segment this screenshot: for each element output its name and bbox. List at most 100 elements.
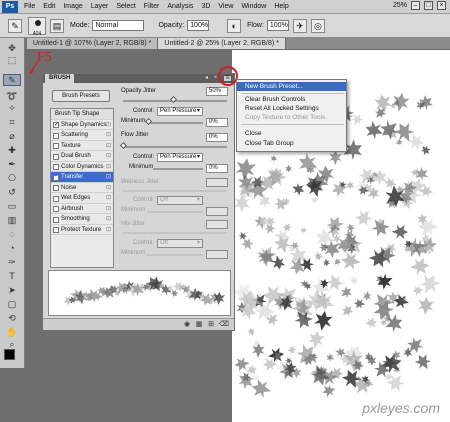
mix-jitter-slider[interactable] xyxy=(123,232,227,234)
eyedropper-tool-icon[interactable]: ⌀ xyxy=(3,130,21,142)
menu-item-clear-brush-controls[interactable]: Clear Brush Controls xyxy=(237,95,346,104)
grid-view-icon[interactable]: ▦ xyxy=(195,321,203,328)
minimum-slider[interactable] xyxy=(153,168,203,170)
crop-tool-icon[interactable]: ⌗ xyxy=(3,116,21,128)
brush-tool-icon[interactable]: ✎ xyxy=(8,18,22,33)
menu-item-new-brush-preset[interactable]: New Brush Preset... xyxy=(237,82,346,91)
menu-filter[interactable]: Filter xyxy=(144,3,160,10)
option-protect-texture[interactable]: Protect Texture ⊡ xyxy=(51,225,113,235)
minimum-input[interactable] xyxy=(206,207,228,216)
menu-file[interactable]: File xyxy=(24,3,35,10)
minimum-input[interactable] xyxy=(206,250,228,259)
lock-icon[interactable]: ⊡ xyxy=(106,172,111,183)
gradient-tool-icon[interactable]: ▥ xyxy=(3,214,21,226)
brush-size-picker[interactable]: 404 xyxy=(28,16,46,37)
lock-icon[interactable]: ⊡ xyxy=(106,151,111,162)
close-icon[interactable]: × xyxy=(437,1,446,10)
lock-icon[interactable]: ⊡ xyxy=(106,141,111,152)
marquee-tool-icon[interactable]: ⬚ xyxy=(3,54,21,66)
3d-rotate-tool-icon[interactable]: ⟲ xyxy=(3,312,21,324)
menu-analysis[interactable]: Analysis xyxy=(167,3,193,10)
menu-select[interactable]: Select xyxy=(116,3,135,10)
option-color-dynamics[interactable]: Color Dynamics ⊡ xyxy=(51,162,113,173)
minimum-slider[interactable] xyxy=(147,122,203,124)
option-dual-brush[interactable]: Dual Brush ⊡ xyxy=(51,151,113,162)
lock-icon[interactable]: ⊡ xyxy=(106,130,111,141)
opacity-jitter-input[interactable]: 50% xyxy=(206,87,228,96)
foreground-color-swatch[interactable] xyxy=(4,349,15,360)
opacity-input[interactable]: 100% xyxy=(187,20,210,31)
option-scattering[interactable]: Scattering ⊡ xyxy=(51,130,113,141)
lock-icon[interactable]: ⊡ xyxy=(106,162,111,173)
checkbox[interactable] xyxy=(53,143,59,149)
flow-input[interactable]: 100% xyxy=(266,20,289,31)
tab-untitled-2[interactable]: Untitled-2 @ 25% (Layer 2, RGB/8) * xyxy=(158,38,286,49)
wetness-jitter-slider[interactable] xyxy=(123,190,227,192)
checkbox[interactable] xyxy=(53,132,59,139)
brush-panel-tab[interactable]: BRUSH xyxy=(45,74,75,83)
quick-select-tool-icon[interactable]: ✧ xyxy=(3,102,21,114)
minimum-input[interactable]: 0% xyxy=(206,164,228,173)
minimize-icon[interactable]: – xyxy=(411,1,420,10)
option-transfer[interactable]: ✓ Transfer ⊡ xyxy=(51,172,113,183)
mode-select[interactable]: Normal xyxy=(92,20,145,31)
mix-jitter-input[interactable] xyxy=(206,220,228,229)
control-select[interactable]: Pen Pressure xyxy=(157,107,203,116)
collapse-panel-icon[interactable]: ◂ xyxy=(203,75,210,82)
wetness-jitter-input[interactable] xyxy=(206,178,228,187)
move-tool-icon[interactable]: ✥ xyxy=(3,42,21,54)
flow-jitter-slider[interactable] xyxy=(123,146,227,148)
option-smoothing[interactable]: Smoothing ⊡ xyxy=(51,214,113,225)
checkbox[interactable] xyxy=(53,153,59,160)
option-brush-tip-shape[interactable]: Brush Tip Shape xyxy=(51,109,113,120)
checkbox-checked[interactable]: ✓ xyxy=(53,122,59,128)
path-select-tool-icon[interactable]: ➤ xyxy=(3,284,21,296)
minimum-input[interactable]: 0% xyxy=(206,118,228,127)
brush-tool-active-icon[interactable]: ✎ xyxy=(3,74,21,86)
checkbox[interactable] xyxy=(53,216,59,223)
menu-view[interactable]: View xyxy=(218,3,233,10)
dodge-tool-icon[interactable]: ◔ xyxy=(3,242,21,254)
checkbox[interactable] xyxy=(53,206,59,212)
menu-item-reset-locked-settings[interactable]: Reset All Locked Settings xyxy=(237,104,346,113)
paint-brush-tool-icon[interactable]: ✒ xyxy=(3,158,21,170)
lock-icon[interactable]: ⊡ xyxy=(106,120,111,131)
option-texture[interactable]: Texture ⊡ xyxy=(51,141,113,152)
new-preset-icon[interactable]: ⊞ xyxy=(207,321,215,328)
option-wet-edges[interactable]: Wet Edges ⊡ xyxy=(51,193,113,204)
minimum-slider[interactable] xyxy=(147,211,203,213)
menu-help[interactable]: Help xyxy=(274,3,288,10)
control-select[interactable]: Pen Pressure xyxy=(157,153,203,162)
brush-presets-button[interactable]: Brush Presets xyxy=(52,90,110,102)
control-select[interactable]: Off xyxy=(157,239,203,248)
option-airbrush[interactable]: Airbrush ⊡ xyxy=(51,204,113,215)
toggle-live-tip-icon[interactable]: ◉ xyxy=(183,321,191,328)
control-select[interactable]: Off xyxy=(157,196,203,205)
lock-icon[interactable]: ⊡ xyxy=(106,214,111,225)
checkbox[interactable] xyxy=(53,185,59,191)
blur-tool-icon[interactable]: ◌ xyxy=(3,228,21,240)
menu-edit[interactable]: Edit xyxy=(43,3,55,10)
hand-tool-icon[interactable]: ✋ xyxy=(3,326,21,338)
lock-icon[interactable]: ⊡ xyxy=(106,204,111,215)
menu-3d[interactable]: 3D xyxy=(201,3,210,10)
lock-icon[interactable]: ⊡ xyxy=(106,183,111,194)
checkbox[interactable] xyxy=(53,164,59,170)
history-brush-tool-icon[interactable]: ↺ xyxy=(3,186,21,198)
stamp-tool-icon[interactable]: ⎔ xyxy=(3,172,21,184)
menu-window[interactable]: Window xyxy=(241,3,266,10)
airbrush-icon[interactable]: ✈ xyxy=(292,18,307,33)
checkbox-checked[interactable]: ✓ xyxy=(53,174,59,181)
option-noise[interactable]: Noise ⊡ xyxy=(51,183,113,194)
delete-icon[interactable]: ⌫ xyxy=(219,321,229,328)
menu-item-close[interactable]: Close xyxy=(237,129,346,138)
tab-untitled-1[interactable]: Untitled-1 @ 107% (Layer 2, RGB/8) * xyxy=(27,38,159,49)
flow-jitter-input[interactable]: 0% xyxy=(206,133,228,142)
option-shape-dynamics[interactable]: ✓ Shape Dynamics ⊡ xyxy=(51,120,113,131)
lock-icon[interactable]: ⊡ xyxy=(106,193,111,204)
menu-layer[interactable]: Layer xyxy=(91,3,109,10)
pen-tool-icon[interactable]: ✑ xyxy=(3,256,21,268)
eraser-tool-icon[interactable]: ▭ xyxy=(3,200,21,212)
checkbox[interactable] xyxy=(53,195,59,202)
pressure-size-icon[interactable]: ◎ xyxy=(310,18,325,33)
